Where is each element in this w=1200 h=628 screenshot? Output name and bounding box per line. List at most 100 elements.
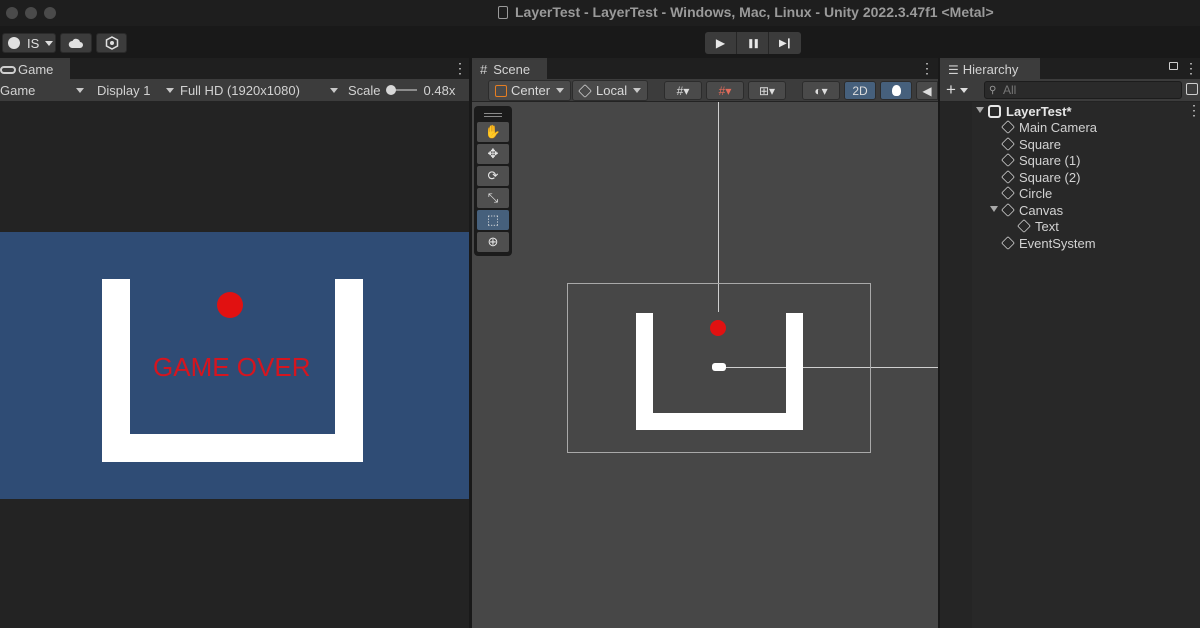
zoom-window-button[interactable] xyxy=(44,7,56,19)
tab-game[interactable]: Game xyxy=(0,58,70,79)
gameobject-cube-icon xyxy=(1001,120,1015,134)
cloud-icon xyxy=(68,38,83,48)
expand-arrow-icon[interactable] xyxy=(990,206,998,212)
camera-gizmo-icon[interactable] xyxy=(712,363,726,371)
scale-tool-button[interactable]: ⤡ xyxy=(477,188,509,208)
pivot-mode-dropdown[interactable]: Center xyxy=(488,80,572,101)
2d-mode-toggle[interactable]: 2D xyxy=(844,81,876,100)
rect-icon: ⬚ xyxy=(486,212,500,227)
pause-button[interactable]: ❚❚ xyxy=(737,32,769,54)
audio-toggle[interactable]: ◀ xyxy=(916,81,938,100)
scene-red-ball[interactable] xyxy=(710,320,726,336)
display-dropdown[interactable]: Display 1 xyxy=(97,80,176,100)
grid-icon: # xyxy=(480,62,488,77)
search-icon: ⚲ xyxy=(989,85,997,96)
rect-tool-button[interactable]: ⬚ xyxy=(477,210,509,230)
increment-snap-icon: #▾ xyxy=(718,83,732,98)
resolution-label: Full HD (1920x1080) xyxy=(180,82,300,98)
pivot-rotation-dropdown[interactable]: Local xyxy=(572,80,649,101)
gameobject-cube-icon xyxy=(1001,153,1015,167)
game-view-dropdown[interactable]: Game xyxy=(0,80,86,100)
list-item[interactable]: Square (2) xyxy=(1001,169,1081,185)
search-by-type-icon[interactable] xyxy=(1186,83,1198,95)
resolution-dropdown[interactable]: Full HD (1920x1080) xyxy=(180,80,340,100)
search-placeholder: All xyxy=(1003,83,1017,97)
play-button[interactable]: ▶ xyxy=(705,32,737,54)
scene-root-menu-icon[interactable]: ⋮ xyxy=(1187,102,1200,119)
hand-icon: ✋ xyxy=(484,124,502,139)
account-label: IS xyxy=(27,35,40,51)
step-button[interactable]: ▶❙ xyxy=(769,32,801,54)
pivot-center-icon xyxy=(495,84,507,97)
chevron-down-icon xyxy=(633,88,642,93)
gizmo-vertical-line xyxy=(718,102,719,312)
display-label: Display 1 xyxy=(97,82,151,98)
lock-icon[interactable] xyxy=(1169,62,1178,70)
2d-mode-label: 2D xyxy=(852,83,868,98)
red-ball xyxy=(217,292,243,318)
game-viewport[interactable]: GAME OVER xyxy=(0,102,469,628)
services-button[interactable] xyxy=(96,33,127,53)
add-object-button[interactable]: + xyxy=(946,80,968,100)
list-item[interactable]: Main Camera xyxy=(1001,119,1097,135)
scene-root-item[interactable]: LayerTest* xyxy=(988,103,1072,119)
grid-snap-button[interactable]: #▾ xyxy=(664,81,702,100)
gameobject-cube-icon xyxy=(1001,137,1015,151)
scene-panel-menu-icon[interactable]: ⋮ xyxy=(920,60,934,77)
gamepad-icon xyxy=(0,65,16,74)
tab-scene-label: Scene xyxy=(493,62,531,77)
game-tab-bar: Game ⋮ xyxy=(0,58,469,79)
play-icon: ▶ xyxy=(715,36,726,50)
tab-hierarchy[interactable]: ☰ Hierarchy xyxy=(940,58,1040,79)
list-item[interactable]: Circle xyxy=(1001,185,1052,201)
list-item[interactable]: Canvas xyxy=(1001,202,1063,218)
hierarchy-search-field[interactable]: ⚲ All xyxy=(984,81,1182,99)
title-bar: LayerTest - LayerTest - Windows, Mac, Li… xyxy=(0,0,1200,26)
scale-label: Scale xyxy=(348,82,381,98)
window-title-text: LayerTest - LayerTest - Windows, Mac, Li… xyxy=(515,4,994,20)
scale-slider[interactable] xyxy=(385,85,417,95)
scale-value: 0.48x xyxy=(423,82,456,98)
hierarchy-tree: LayerTest* ⋮ Main Camera Square Square (… xyxy=(940,102,1200,628)
hierarchy-tab-bar: ☰ Hierarchy ⋮ xyxy=(940,58,1200,79)
list-item[interactable]: Square (1) xyxy=(1001,152,1081,168)
account-circle-icon xyxy=(8,37,20,49)
list-item-label: Square (2) xyxy=(1019,169,1081,185)
hierarchy-panel-menu-icon[interactable]: ⋮ xyxy=(1184,60,1198,77)
shading-mode-dropdown[interactable]: ◐▾ xyxy=(802,81,840,100)
move-tool-button[interactable]: ✥ xyxy=(477,144,509,164)
minimize-window-button[interactable] xyxy=(25,7,37,19)
cloud-button[interactable] xyxy=(60,33,92,53)
rotate-tool-button[interactable]: ⟳ xyxy=(477,166,509,186)
tools-overlay: ✋ ✥ ⟳ ⤡ ⬚ ⊕ xyxy=(474,106,512,256)
list-item[interactable]: Square xyxy=(1001,136,1061,152)
scene-floor-wall[interactable] xyxy=(636,413,803,430)
close-window-button[interactable] xyxy=(6,7,18,19)
list-item-label: Text xyxy=(1035,218,1059,234)
ruler-button[interactable]: ⊞▾ xyxy=(748,81,786,100)
pause-icon: ❚❚ xyxy=(746,37,760,48)
scale-slider-thumb[interactable] xyxy=(385,85,396,95)
game-toolbar: Game Display 1 Full HD (1920x1080) Scale… xyxy=(0,79,469,102)
shading-sphere-icon: ◐▾ xyxy=(814,83,828,98)
chevron-down-icon xyxy=(330,87,338,93)
list-item[interactable]: EventSystem xyxy=(1001,235,1096,251)
tools-grip-handle[interactable] xyxy=(477,108,509,122)
hand-tool-button[interactable]: ✋ xyxy=(477,122,509,142)
step-icon: ▶❙ xyxy=(778,37,793,49)
pivot-mode-label: Center xyxy=(511,83,551,98)
gameobject-cube-icon xyxy=(1001,203,1015,217)
game-panel-menu-icon[interactable]: ⋮ xyxy=(453,60,467,77)
lightbulb-icon xyxy=(891,85,901,96)
scene-viewport[interactable]: ✋ ✥ ⟳ ⤡ ⬚ ⊕ xyxy=(472,102,938,628)
lighting-toggle[interactable] xyxy=(880,81,912,100)
gameobject-cube-icon xyxy=(1017,219,1031,233)
transform-tool-button[interactable]: ⊕ xyxy=(477,232,509,252)
tab-scene[interactable]: # Scene xyxy=(472,58,547,79)
list-item[interactable]: Text xyxy=(1017,218,1059,234)
increment-snap-button[interactable]: #▾ xyxy=(706,81,744,100)
expand-arrow-icon[interactable] xyxy=(976,107,984,113)
list-item-label: Square (1) xyxy=(1019,152,1081,168)
account-dropdown[interactable]: IS xyxy=(2,33,56,53)
tab-hierarchy-label: Hierarchy xyxy=(962,62,1019,77)
